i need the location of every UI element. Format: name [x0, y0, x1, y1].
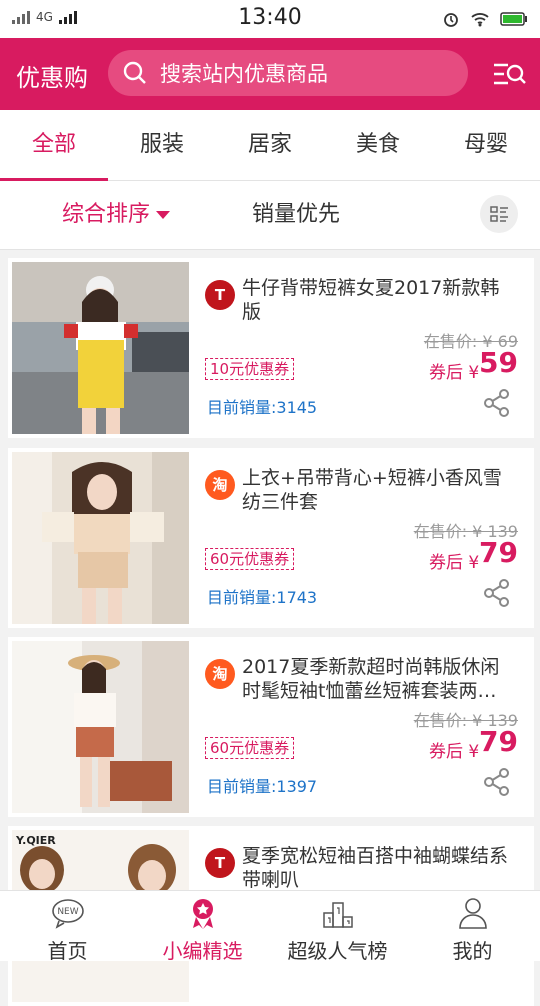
product-card[interactable]: T 牛仔背带短裤女夏2017新款韩版 在售价: ¥ 69 10元优惠券 券后 ¥…	[8, 258, 534, 438]
product-title[interactable]: 2017夏季新款超时尚韩版休闲时髦短袖t恤蕾丝短裤套装两…	[242, 655, 514, 703]
status-bar: 4G 13:40	[0, 0, 540, 38]
battery-icon	[500, 12, 527, 26]
sort-sales-first[interactable]: 销量优先	[252, 181, 340, 249]
platform-badge: T	[205, 848, 235, 878]
share-icon[interactable]	[482, 578, 512, 608]
list-view-toggle[interactable]	[480, 195, 518, 233]
brand-logo-text: Y.QIER	[15, 834, 56, 847]
nav-popular-rank[interactable]: 超级人气榜	[270, 891, 405, 963]
sort-comprehensive[interactable]: 综合排序	[62, 181, 171, 249]
sales-count: 目前销量:1743	[207, 588, 318, 607]
nav-home[interactable]: NEW 首页	[0, 891, 135, 963]
new-badge-text: NEW	[57, 907, 78, 917]
product-image[interactable]	[12, 641, 189, 813]
search-placeholder: 搜索站内优惠商品	[160, 62, 328, 86]
sales-count: 目前销量:1397	[207, 777, 318, 796]
platform-badge: 淘	[205, 470, 235, 500]
coupon-badge[interactable]: 60元优惠券	[205, 548, 295, 570]
bottom-nav: NEW 首页 小编精选 超级人气榜 我的	[0, 890, 540, 963]
list-view-icon	[490, 206, 508, 222]
product-image[interactable]	[12, 452, 189, 624]
nav-editor-picks[interactable]: 小编精选	[135, 891, 270, 963]
product-card[interactable]: 淘 上衣+吊带背心+短裤小香风雪纺三件套 在售价: ¥ 139 60元优惠券 券…	[8, 448, 534, 628]
tab-food[interactable]: 美食	[324, 110, 432, 180]
app-header: 优惠购 搜索站内优惠商品	[0, 38, 540, 110]
search-icon	[123, 61, 146, 84]
product-title[interactable]: 上衣+吊带背心+短裤小香风雪纺三件套	[242, 466, 514, 514]
status-icons	[442, 10, 528, 28]
search-box[interactable]: 搜索站内优惠商品	[108, 50, 468, 96]
coupon-badge[interactable]: 10元优惠券	[205, 358, 295, 380]
product-title[interactable]: 牛仔背带短裤女夏2017新款韩版	[242, 276, 514, 324]
tab-clothing[interactable]: 服装	[108, 110, 216, 180]
share-icon[interactable]	[482, 767, 512, 797]
coupon-badge[interactable]: 60元优惠券	[205, 737, 295, 759]
new-badge-icon: NEW	[51, 899, 84, 929]
user-icon	[458, 898, 487, 929]
wifi-icon	[471, 13, 489, 27]
sort-comprehensive-label: 综合排序	[62, 202, 151, 227]
coupon-price: 79	[479, 725, 518, 758]
award-ribbon-icon	[192, 899, 213, 929]
tab-baby[interactable]: 母婴	[432, 110, 540, 180]
nav-mine[interactable]: 我的	[405, 891, 540, 963]
coupon-price: 79	[479, 536, 518, 569]
product-image[interactable]	[12, 262, 189, 434]
after-coupon-label: 券后 ¥	[429, 742, 480, 762]
product-card[interactable]: 淘 2017夏季新款超时尚韩版休闲时髦短袖t恤蕾丝短裤套装两… 在售价: ¥ 1…	[8, 637, 534, 817]
tab-all[interactable]: 全部	[0, 110, 108, 181]
category-tabs: 全部 服装 居家 美食 母婴	[0, 110, 540, 181]
product-title[interactable]: 夏季宽松短袖百搭中袖蝴蝶结系带喇叭	[242, 844, 514, 892]
caret-down-icon	[156, 211, 171, 219]
tab-home[interactable]: 居家	[216, 110, 324, 180]
sort-bar: 综合排序 销量优先	[0, 181, 540, 250]
coupon-price: 59	[479, 346, 518, 379]
podium-icon	[322, 902, 353, 928]
after-coupon-label: 券后 ¥	[429, 363, 480, 383]
share-icon[interactable]	[482, 388, 512, 418]
platform-badge: 淘	[205, 659, 235, 689]
app-logo: 优惠购	[16, 64, 88, 92]
sales-count: 目前销量:3145	[207, 398, 318, 417]
menu-search-icon[interactable]	[492, 60, 526, 90]
platform-badge: T	[205, 280, 235, 310]
after-coupon-label: 券后 ¥	[429, 553, 480, 573]
alarm-icon	[444, 13, 458, 27]
